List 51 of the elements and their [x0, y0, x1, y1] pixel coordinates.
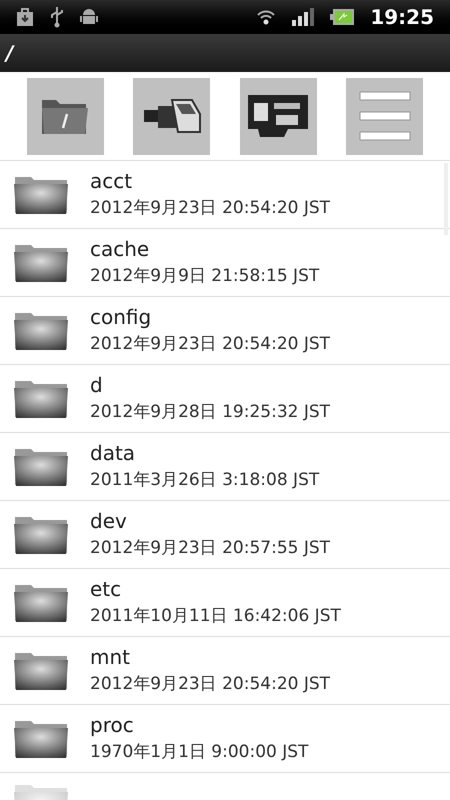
folder-icon: [13, 718, 69, 758]
folder-button[interactable]: [26, 78, 104, 154]
usb-drive-icon: [142, 96, 202, 136]
modified-date: 2011年10月11日 16:42:06 JST: [90, 606, 341, 628]
wifi-icon: [256, 8, 276, 26]
folder-icon: [13, 446, 69, 486]
download-icon: [16, 7, 34, 27]
modified-date: 2012年9月23日 20:54:20 JST: [90, 198, 330, 220]
modified-date: 2011年3月26日 3:18:08 JST: [90, 470, 320, 492]
modified-date: 2012年9月28日 19:25:32 JST: [90, 402, 330, 424]
modified-date: 1970年1月1日 9:00:00 JST: [90, 742, 308, 764]
modified-date: 2012年9月23日 20:57:55 JST: [90, 538, 330, 560]
modified-date: 2012年9月23日 20:54:20 JST: [90, 334, 330, 356]
file-row[interactable]: d 2012年9月28日 19:25:32 JST: [0, 365, 450, 433]
file-name: mnt: [90, 645, 131, 670]
folder-icon: [13, 242, 69, 282]
usb-icon: [50, 6, 64, 28]
folder-icon: [13, 650, 69, 690]
file-row[interactable]: cache 2012年9月9日 21:58:15 JST: [0, 229, 450, 297]
folder-icon: [13, 174, 69, 214]
file-name: dev: [90, 509, 128, 534]
modified-date: 2012年9月9日 21:58:15 JST: [90, 266, 320, 288]
file-row[interactable]: config 2012年9月23日 20:54:20 JST: [0, 297, 450, 365]
file-name: config: [90, 305, 152, 330]
sd-card-button[interactable]: [240, 78, 317, 154]
list-button[interactable]: [346, 78, 424, 154]
folder-icon: [13, 783, 69, 800]
list-icon: [358, 91, 411, 141]
battery-icon: [330, 9, 354, 25]
file-name: cache: [90, 237, 150, 262]
folder-icon: [13, 582, 69, 622]
path-title: /: [6, 40, 14, 67]
file-row[interactable]: proc 1970年1月1日 9:00:00 JST: [0, 705, 450, 773]
file-row[interactable]: etc 2011年10月11日 16:42:06 JST: [0, 569, 450, 637]
file-name: etc: [90, 577, 122, 602]
usb-drive-button[interactable]: [133, 78, 210, 154]
file-name: d: [90, 373, 104, 398]
folder-icon: [13, 378, 69, 418]
file-row[interactable]: dev 2012年9月23日 20:57:55 JST: [0, 501, 450, 569]
file-row[interactable]: mnt 2012年9月23日 20:54:20 JST: [0, 637, 450, 705]
modified-date: 2012年9月23日 20:54:20 JST: [90, 674, 330, 696]
signal-icon: [292, 8, 314, 26]
android-icon: [80, 7, 98, 27]
file-name: data: [90, 441, 136, 466]
file-row[interactable]: acct 2012年9月23日 20:54:20 JST: [0, 161, 450, 229]
folder-icon: [13, 514, 69, 554]
status-time: 19:25: [370, 4, 434, 31]
folder-icon: [13, 310, 69, 350]
file-name: acct: [90, 169, 134, 194]
file-row[interactable]: data 2011年3月26日 3:18:08 JST: [0, 433, 450, 501]
file-name: proc: [90, 713, 135, 738]
